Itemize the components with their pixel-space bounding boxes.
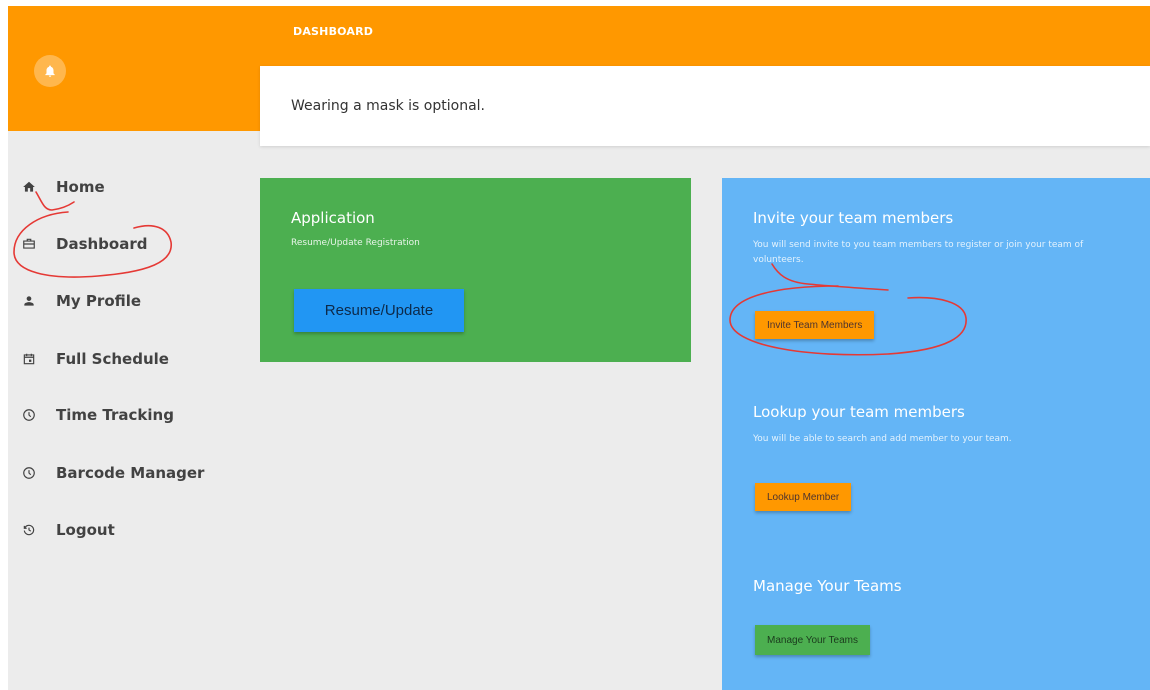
application-title: Application — [291, 209, 375, 227]
breadcrumb: DASHBOARD — [293, 25, 374, 38]
history-icon — [22, 523, 36, 537]
app-window: DASHBOARD Wearing a mask is optional. Ho… — [8, 6, 1150, 690]
notice-text: Wearing a mask is optional. — [291, 98, 485, 114]
invite-description: You will send invite to you team members… — [753, 240, 1084, 265]
manage-title: Manage Your Teams — [753, 577, 902, 595]
sidebar-item-label: Home — [56, 178, 105, 196]
sidebar-item-full-schedule[interactable]: Full Schedule — [8, 339, 238, 379]
sidebar-item-label: Logout — [56, 521, 115, 539]
sidebar-item-label: Full Schedule — [56, 350, 169, 368]
clock-icon — [22, 466, 36, 480]
sidebar-item-label: Barcode Manager — [56, 464, 205, 482]
sidebar-item-label: Dashboard — [56, 235, 148, 253]
sidebar-item-label: My Profile — [56, 292, 142, 310]
notice-card: Wearing a mask is optional. — [260, 66, 1150, 146]
team-card: Invite your team members You will send i… — [722, 178, 1150, 690]
application-card: Application Resume/Update Registration R… — [260, 178, 691, 362]
lookup-member-button[interactable]: Lookup Member — [755, 483, 852, 511]
sidebar-item-my-profile[interactable]: My Profile — [8, 281, 238, 321]
invite-title: Invite your team members — [753, 209, 954, 227]
sidebar-item-barcode-manager[interactable]: Barcode Manager — [8, 453, 238, 493]
manage-your-teams-button[interactable]: Manage Your Teams — [755, 625, 870, 655]
sidebar-item-label: Time Tracking — [56, 406, 174, 424]
sidebar-item-time-tracking[interactable]: Time Tracking — [8, 395, 238, 435]
application-subtitle: Resume/Update Registration — [291, 238, 420, 248]
sidebar: Home Dashboard My Profile Full Schedule … — [8, 131, 260, 690]
resume-update-button[interactable]: Resume/Update — [294, 289, 464, 332]
notification-button[interactable] — [34, 55, 66, 87]
sidebar-item-logout[interactable]: Logout — [8, 510, 238, 550]
lookup-description: You will be able to search and add membe… — [753, 434, 1012, 444]
lookup-title: Lookup your team members — [753, 403, 965, 421]
briefcase-icon — [22, 237, 36, 251]
sidebar-item-dashboard[interactable]: Dashboard — [8, 224, 238, 264]
person-icon — [22, 294, 36, 308]
home-icon — [22, 180, 36, 194]
bell-icon — [45, 65, 55, 77]
clock-icon — [22, 408, 36, 422]
calendar-icon — [22, 352, 36, 366]
sidebar-item-home[interactable]: Home — [8, 167, 238, 207]
invite-team-members-button[interactable]: Invite Team Members — [755, 311, 875, 339]
